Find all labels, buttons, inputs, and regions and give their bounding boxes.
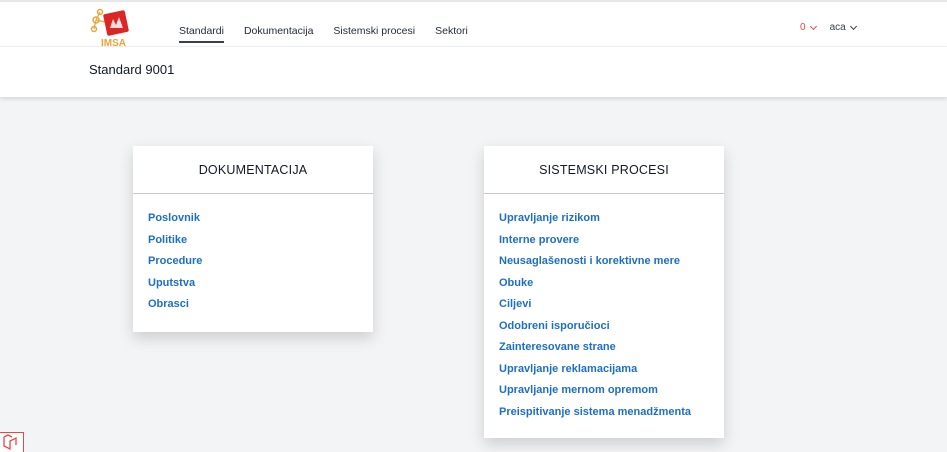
nav-dokumentacija[interactable]: Dokumentacija	[244, 24, 313, 43]
documentation-links: Poslovnik Politike Procedure Uputstva Ob…	[133, 194, 373, 316]
system-processes-card: SISTEMSKI PROCESI Upravljanje rizikom In…	[484, 146, 724, 438]
link-procedure[interactable]: Procedure	[148, 251, 358, 273]
card-title: SISTEMSKI PROCESI	[484, 146, 724, 194]
top-navbar: IMSA Standardi Dokumentacija Sistemski p…	[0, 0, 947, 49]
main-nav: Standardi Dokumentacija Sistemski proces…	[179, 24, 488, 43]
link-uputstva[interactable]: Uputstva	[148, 273, 358, 295]
logo-graphic: IMSA	[90, 8, 129, 49]
link-interne-provere[interactable]: Interne provere	[499, 230, 709, 252]
username: aca	[829, 22, 846, 33]
link-ciljevi[interactable]: Ciljevi	[499, 294, 709, 316]
nav-sektori[interactable]: Sektori	[435, 24, 468, 43]
process-links: Upravljanje rizikom Interne provere Neus…	[484, 194, 724, 423]
link-obrasci[interactable]: Obrasci	[148, 294, 358, 316]
link-obuke[interactable]: Obuke	[499, 273, 709, 295]
link-poslovnik[interactable]: Poslovnik	[148, 208, 358, 230]
page-header: Standard 9001	[0, 47, 947, 97]
link-upravljanje-rizikom[interactable]: Upravljanje rizikom	[499, 208, 709, 230]
notifications-dropdown[interactable]: 0	[800, 22, 817, 33]
link-preispitivanje-sistema[interactable]: Preispitivanje sistema menadžmenta	[499, 402, 709, 424]
chevron-down-icon	[809, 22, 817, 30]
chevron-down-icon	[849, 22, 857, 30]
user-menu-dropdown[interactable]: aca	[829, 22, 857, 33]
notification-count: 0	[800, 22, 806, 33]
laravel-icon	[3, 434, 17, 451]
link-politike[interactable]: Politike	[148, 230, 358, 252]
link-odobreni-isporucioci[interactable]: Odobreni isporučioci	[499, 316, 709, 338]
link-zainteresovane-strane[interactable]: Zainteresovane strane	[499, 337, 709, 359]
link-neusaglasenosti[interactable]: Neusaglašenosti i korektivne mere	[499, 251, 709, 273]
debug-toolbar-toggle[interactable]	[0, 432, 24, 452]
imsa-logo[interactable]: IMSA	[89, 8, 135, 49]
header-right: 0 aca	[800, 22, 857, 33]
nav-sistemski-procesi[interactable]: Sistemski procesi	[333, 24, 415, 43]
documentation-card: DOKUMENTACIJA Poslovnik Politike Procedu…	[133, 146, 373, 332]
nav-standardi[interactable]: Standardi	[179, 24, 224, 43]
link-upravljanje-reklamacijama[interactable]: Upravljanje reklamacijama	[499, 359, 709, 381]
card-title: DOKUMENTACIJA	[133, 146, 373, 194]
link-upravljanje-mernom-opremom[interactable]: Upravljanje mernom opremom	[499, 380, 709, 402]
page-title: Standard 9001	[89, 62, 175, 77]
